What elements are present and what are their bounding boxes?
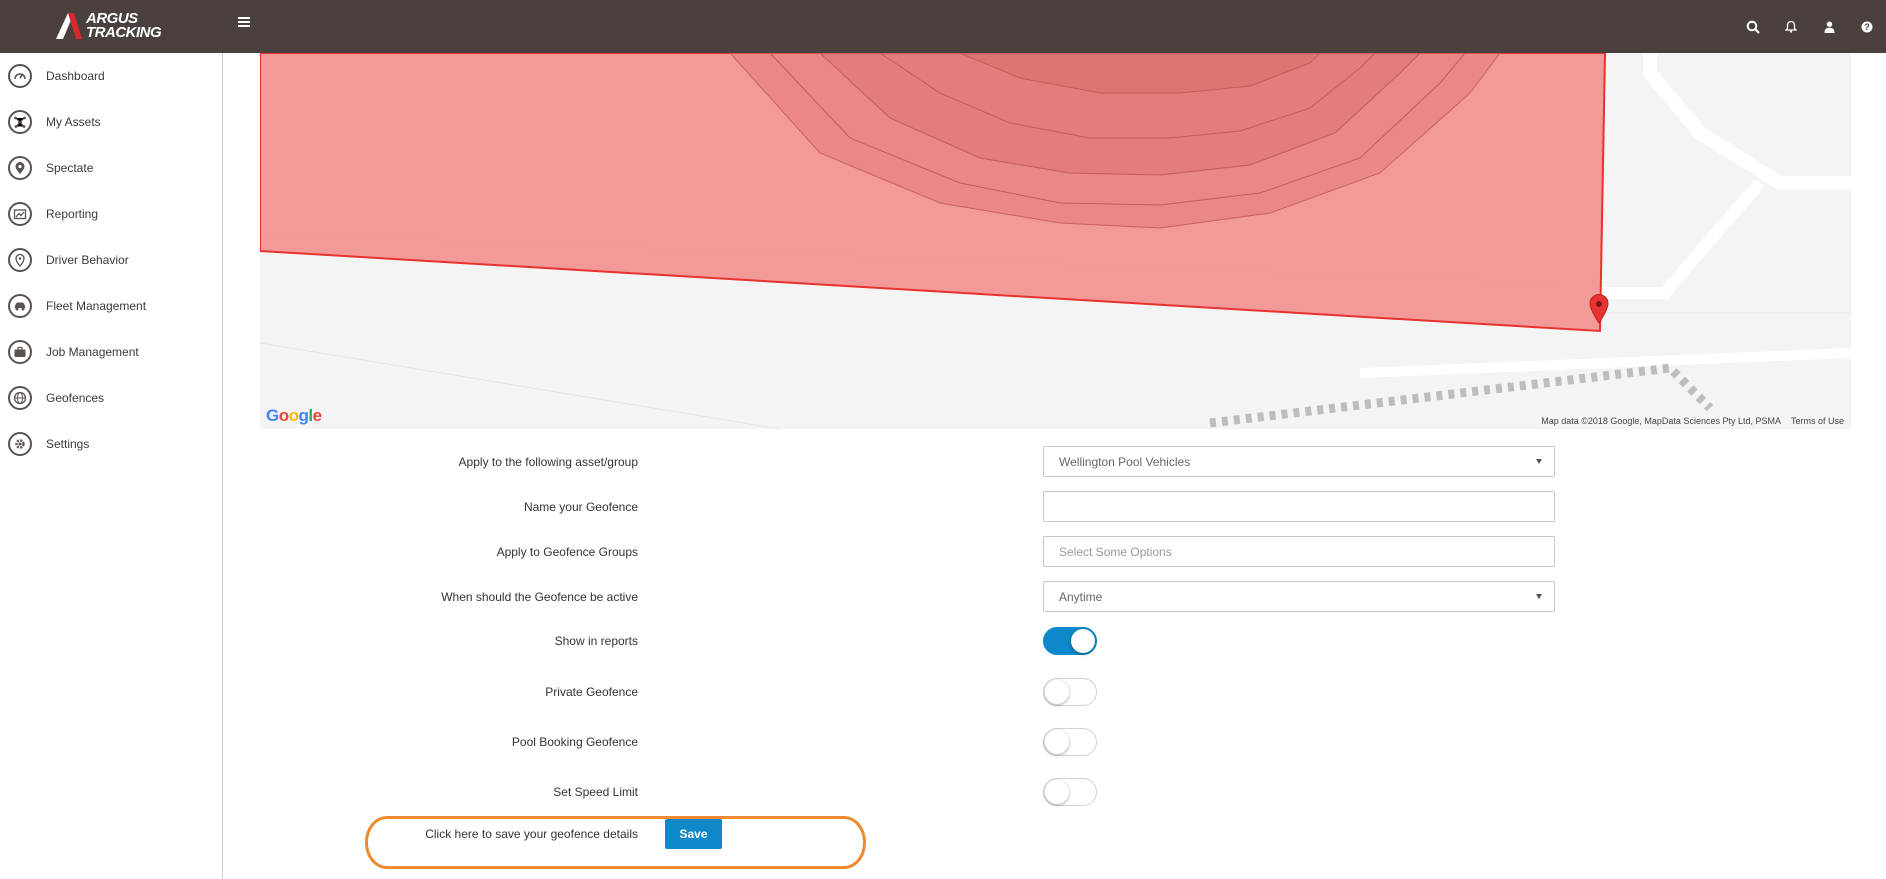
google-logo: Google xyxy=(266,406,322,425)
sidebar-item-label: Reporting xyxy=(46,207,99,221)
show-in-reports-label: Show in reports xyxy=(554,634,638,648)
private-geofence-label: Private Geofence xyxy=(545,685,638,699)
chevron-down-icon xyxy=(1536,594,1542,599)
geofence-name-input[interactable] xyxy=(1043,491,1555,522)
top-icons: ? xyxy=(1734,0,1886,53)
sidebar-item-job-management[interactable]: Job Management xyxy=(0,329,222,375)
speed-limit-label: Set Speed Limit xyxy=(553,785,638,799)
sidebar-item-driver-behavior[interactable]: Driver Behavior xyxy=(0,237,222,283)
menu-toggle-icon[interactable] xyxy=(238,17,250,27)
briefcase-icon xyxy=(8,340,32,364)
argus-logo[interactable]: ARGUS TRACKING xyxy=(54,10,162,42)
map-pin-icon[interactable] xyxy=(1589,294,1609,324)
driver-icon xyxy=(8,248,32,272)
geofence-name-row: Name your Geofence xyxy=(260,491,1555,522)
car-icon xyxy=(8,294,32,318)
bell-icon[interactable] xyxy=(1772,0,1810,53)
report-icon xyxy=(8,202,32,226)
gear-icon xyxy=(8,432,32,456)
logo-text: ARGUS TRACKING xyxy=(86,10,162,41)
geofence-groups-label: Apply to Geofence Groups xyxy=(496,544,638,559)
active-time-select[interactable]: Anytime xyxy=(1043,581,1555,612)
asset-group-value: Wellington Pool Vehicles xyxy=(1059,454,1191,469)
pool-booking-label: Pool Booking Geofence xyxy=(511,735,638,749)
sidebar-item-label: Geofences xyxy=(46,391,105,405)
private-geofence-toggle[interactable] xyxy=(1043,678,1097,706)
speed-limit-row: Set Speed Limit xyxy=(260,778,1260,806)
sidebar-item-label: Dashboard xyxy=(46,69,105,83)
sidebar-item-geofences[interactable]: Geofences xyxy=(0,375,222,421)
toggle-knob xyxy=(1071,629,1095,653)
map-canvas[interactable] xyxy=(260,53,1851,429)
show-in-reports-toggle[interactable] xyxy=(1043,627,1097,655)
speed-limit-toggle[interactable] xyxy=(1043,778,1097,806)
sidebar-item-fleet-management[interactable]: Fleet Management xyxy=(0,283,222,329)
sidebar-item-label: My Assets xyxy=(46,115,101,129)
sidebar-item-settings[interactable]: Settings xyxy=(0,421,222,467)
globe-icon xyxy=(8,386,32,410)
location-pin-icon xyxy=(8,156,32,180)
search-icon[interactable] xyxy=(1734,0,1772,53)
private-geofence-row: Private Geofence xyxy=(260,678,1260,706)
sidebar-item-label: Spectate xyxy=(46,161,94,175)
toggle-knob xyxy=(1045,730,1069,754)
pool-booking-toggle[interactable] xyxy=(1043,728,1097,756)
sidebar-item-reporting[interactable]: Reporting xyxy=(0,191,222,237)
top-bar: ARGUS TRACKING ? xyxy=(0,0,1886,53)
assets-icon xyxy=(8,110,32,134)
sidebar-item-label: Fleet Management xyxy=(46,299,147,313)
asset-group-select[interactable]: Wellington Pool Vehicles xyxy=(1043,446,1555,477)
help-icon[interactable]: ? xyxy=(1848,0,1886,53)
logo-icon xyxy=(56,13,82,39)
sidebar-item-label: Settings xyxy=(46,437,90,451)
sidebar-item-dashboard[interactable]: Dashboard xyxy=(0,53,222,99)
geofence-groups-input[interactable] xyxy=(1043,536,1555,567)
asset-group-row: Apply to the following asset/group Welli… xyxy=(260,446,1555,477)
map-data-text: Map data ©2018 Google, MapData Sciences … xyxy=(1541,416,1781,426)
show-in-reports-row: Show in reports xyxy=(260,627,1260,655)
user-icon[interactable] xyxy=(1810,0,1848,53)
svg-text:?: ? xyxy=(1864,22,1870,32)
active-time-value: Anytime xyxy=(1059,589,1103,604)
toggle-knob xyxy=(1045,780,1069,804)
pool-booking-row: Pool Booking Geofence xyxy=(260,728,1260,756)
geofence-groups-row: Apply to Geofence Groups xyxy=(260,536,1555,567)
sidebar-item-my-assets[interactable]: My Assets xyxy=(0,99,222,145)
geofence-name-label: Name your Geofence xyxy=(523,499,638,514)
save-highlight-outline xyxy=(365,816,866,869)
active-time-row: When should the Geofence be active Anyti… xyxy=(260,581,1555,612)
asset-group-label: Apply to the following asset/group xyxy=(458,454,638,469)
gauge-icon xyxy=(8,64,32,88)
chevron-down-icon xyxy=(1536,459,1542,464)
sidebar-item-spectate[interactable]: Spectate xyxy=(0,145,222,191)
sidebar-item-label: Driver Behavior xyxy=(46,253,129,267)
active-time-label: When should the Geofence be active xyxy=(441,589,638,604)
toggle-knob xyxy=(1045,680,1069,704)
sidebar-item-label: Job Management xyxy=(46,345,139,359)
sidebar: Dashboard My Assets Spectate Reporting D… xyxy=(0,53,223,879)
map-attribution: Map data ©2018 Google, MapData Sciences … xyxy=(1538,415,1847,427)
terms-of-use-link[interactable]: Terms of Use xyxy=(1791,416,1844,426)
geofence-map[interactable]: Google Map data ©2018 Google, MapData Sc… xyxy=(260,53,1851,429)
